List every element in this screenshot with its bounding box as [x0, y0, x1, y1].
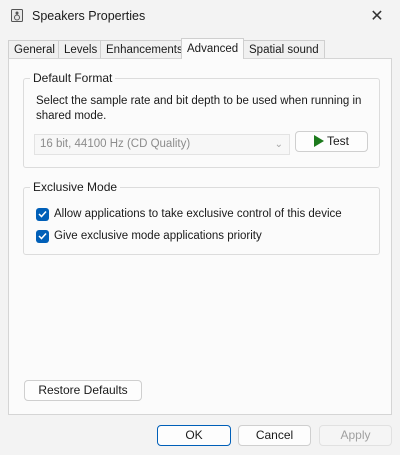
window-title: Speakers Properties	[32, 9, 146, 23]
exclusive-priority-checkbox[interactable]	[36, 229, 49, 243]
exclusive-control-checkbox[interactable]	[36, 207, 49, 221]
tab-levels[interactable]: Levels	[58, 40, 104, 58]
speaker-icon	[11, 9, 23, 22]
exclusive-mode-group: Exclusive Mode Allow applications to tak…	[23, 180, 380, 255]
tab-spatial-sound[interactable]: Spatial sound	[243, 40, 325, 58]
default-format-description: Select the sample rate and bit depth to …	[36, 95, 362, 122]
exclusive-control-option[interactable]: Allow applications to take exclusive con…	[36, 207, 342, 221]
exclusive-mode-title: Exclusive Mode	[30, 180, 121, 194]
tab-general[interactable]: General	[8, 40, 61, 58]
play-icon	[313, 135, 324, 147]
apply-button[interactable]: Apply	[319, 425, 392, 446]
exclusive-control-label: Allow applications to take exclusive con…	[54, 208, 342, 220]
close-button[interactable]: ✕	[354, 0, 400, 32]
format-select-value: 16 bit, 44100 Hz (CD Quality)	[40, 138, 191, 150]
cancel-button[interactable]: Cancel	[238, 425, 311, 446]
default-format-group: Default Format Select the sample rate an…	[23, 71, 380, 168]
tab-advanced[interactable]: Advanced	[181, 38, 245, 59]
exclusive-priority-label: Give exclusive mode applications priorit…	[54, 230, 262, 242]
default-format-title: Default Format	[30, 71, 116, 85]
close-icon: ✕	[370, 8, 384, 25]
chevron-down-icon: ⌄	[274, 139, 283, 150]
advanced-panel: Default Format Select the sample rate an…	[8, 58, 392, 415]
title-bar: Speakers Properties ✕	[0, 0, 400, 32]
format-select[interactable]: 16 bit, 44100 Hz (CD Quality) ⌄	[34, 134, 290, 155]
tab-enhancements[interactable]: Enhancements	[100, 40, 189, 58]
restore-defaults-button[interactable]: Restore Defaults	[24, 380, 142, 401]
test-button-label: Test	[326, 134, 349, 148]
test-button[interactable]: Test	[295, 131, 368, 152]
checkmark-icon	[38, 210, 47, 218]
exclusive-priority-option[interactable]: Give exclusive mode applications priorit…	[36, 229, 262, 243]
ok-button[interactable]: OK	[157, 425, 231, 446]
checkmark-icon	[38, 232, 47, 240]
